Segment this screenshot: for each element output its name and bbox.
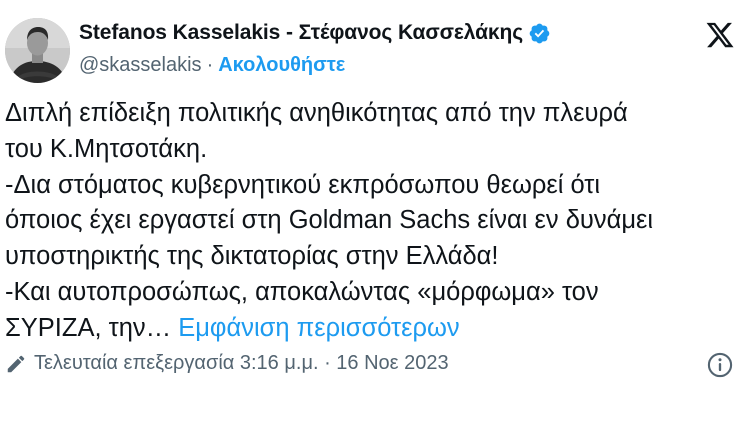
verified-badge-icon	[528, 22, 551, 45]
pencil-icon	[5, 353, 27, 375]
tweet-text-line: του Κ.Μητσοτάκη.	[5, 134, 208, 163]
tweet-text-line: -Δια στόματος κυβερνητικού εκπρόσωπου θε…	[5, 170, 601, 199]
x-logo-icon[interactable]	[704, 20, 736, 50]
tweet-text-line: υποστηρικτής της δικτατορίας στην Ελλάδα…	[5, 242, 499, 271]
info-icon[interactable]	[706, 351, 734, 379]
tweet-text-line: -Και αυτοπροσώπως, αποκαλώντας «μόρφωμα»…	[5, 277, 599, 306]
separator-dot: ·	[206, 54, 214, 76]
tweet-text-last-line: ΣΥΡΙΖΑ, την… Εμφάνιση περισσότερων	[5, 311, 745, 347]
tweet-card: Stefanos Kasselakis - Στέφανος Κασσελάκη…	[0, 0, 750, 430]
tweet-text-line: Διπλή επίδειξη πολιτικής ανηθικότητας απ…	[5, 99, 628, 127]
show-more-link[interactable]: Εμφάνιση περισσότερων	[178, 314, 459, 342]
edited-timestamp-link[interactable]: Τελευταία επεξεργασία 3:16 μ.μ. · 16 Νοε…	[34, 352, 449, 375]
tweet-text: Διπλή επίδειξη πολιτικής ανηθικότητας απ…	[5, 96, 745, 347]
author-display-name[interactable]: Stefanos Kasselakis - Στέφανος Κασσελάκη…	[79, 21, 523, 45]
avatar[interactable]	[5, 18, 70, 83]
tweet-text-line: ΣΥΡΙΖΑ, την…	[5, 313, 179, 342]
follow-button[interactable]: Ακολουθήστε	[218, 54, 345, 76]
avatar-image	[5, 18, 70, 83]
author-handle-row: @skasselakis · Ακολουθήστε	[79, 54, 345, 77]
author-name-row: Stefanos Kasselakis - Στέφανος Κασσελάκη…	[79, 21, 551, 45]
tweet-footer: Τελευταία επεξεργασία 3:16 μ.μ. · 16 Νοε…	[5, 352, 449, 375]
author-handle[interactable]: @skasselakis	[79, 54, 202, 76]
tweet-text-line: όποιος έχει εργαστεί στη Goldman Sachs ε…	[5, 206, 654, 235]
